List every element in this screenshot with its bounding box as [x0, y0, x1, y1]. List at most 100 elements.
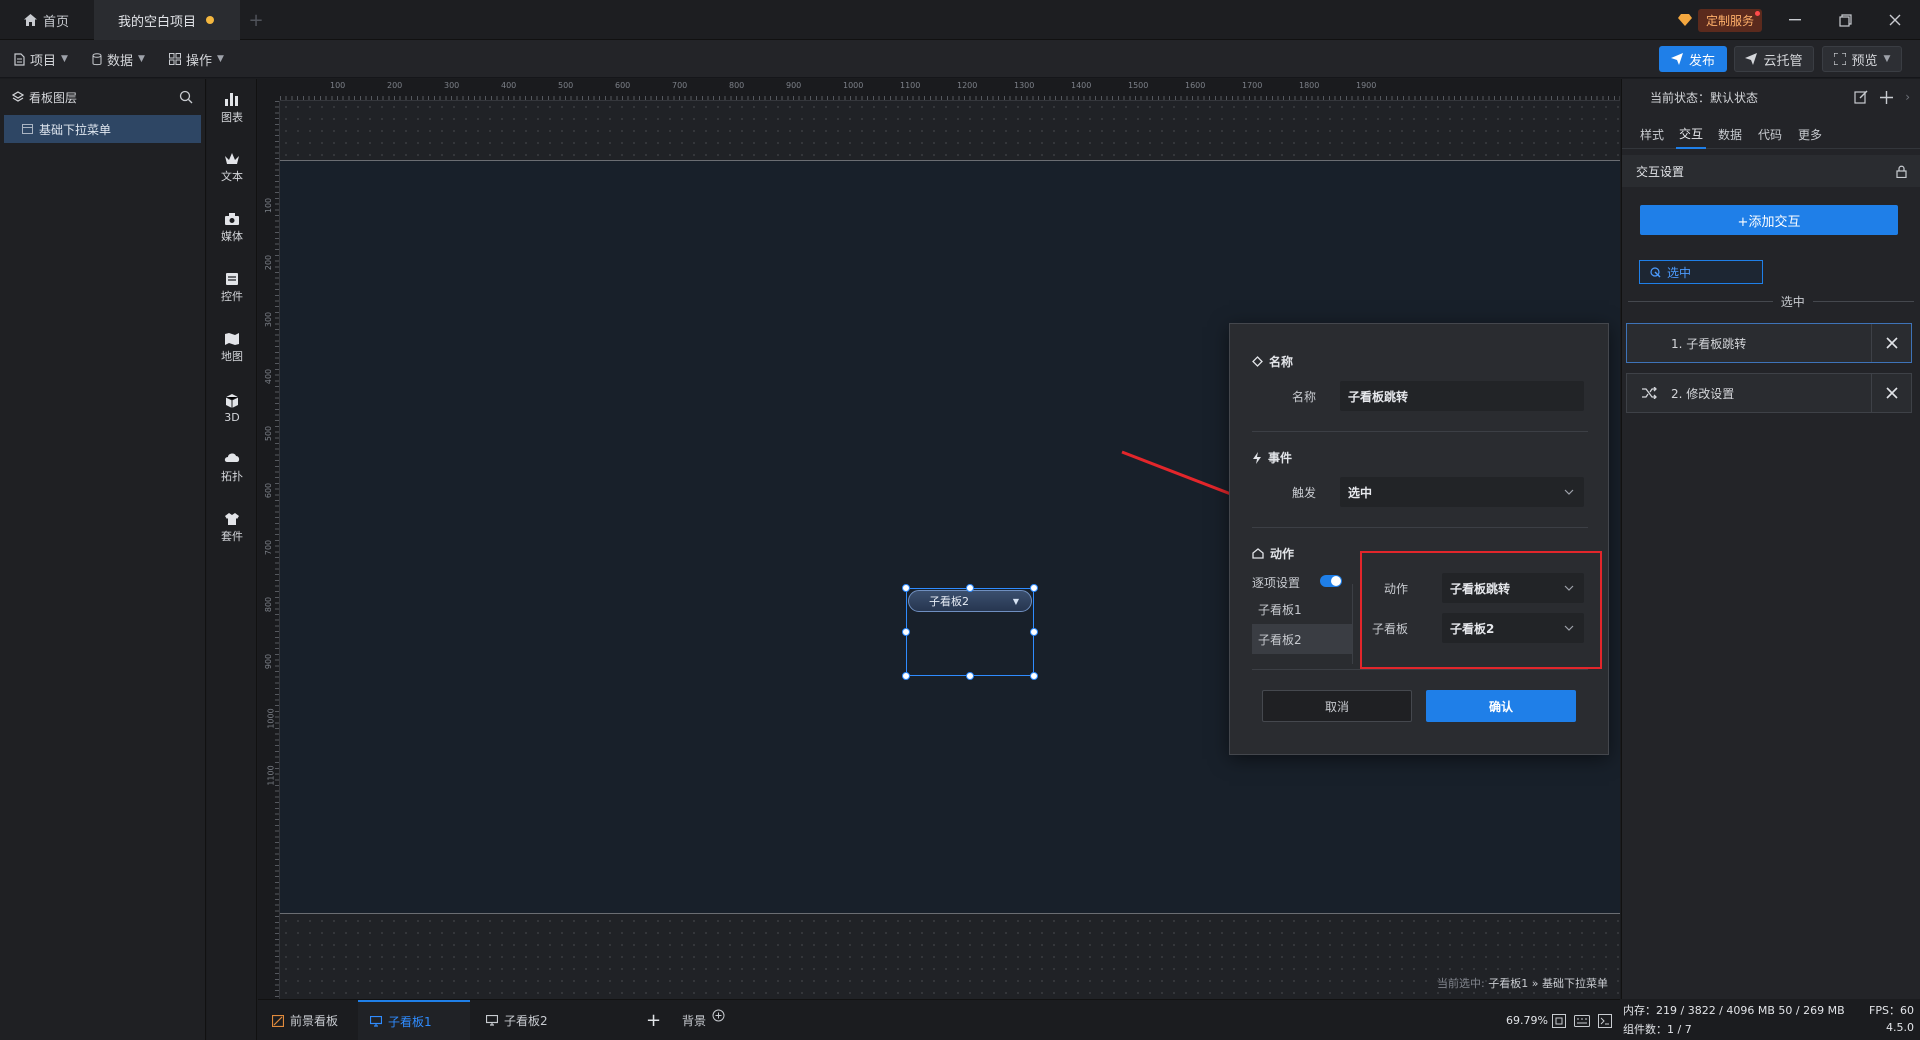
action-icon [1252, 548, 1264, 559]
name-input[interactable]: 子看板跳转 [1340, 381, 1584, 411]
search-icon[interactable] [179, 90, 193, 104]
per-item-toggle[interactable] [1320, 575, 1342, 587]
option-item[interactable]: 子看板1 [1252, 594, 1352, 624]
resize-handle[interactable] [902, 584, 910, 592]
tab-background[interactable]: 背景 [682, 1000, 725, 1040]
minimize-button[interactable] [1770, 0, 1820, 40]
rail-item-map[interactable]: 地图 [207, 323, 257, 373]
plus-icon[interactable] [1880, 90, 1894, 104]
divider-line [1812, 300, 1914, 302]
add-circle-icon[interactable] [712, 1009, 725, 1022]
monitor-icon [486, 1015, 498, 1026]
section-action: 动作 [1252, 545, 1294, 562]
name-input-value: 子看板跳转 [1348, 389, 1409, 404]
add-tab-button[interactable]: + [246, 0, 266, 40]
zoom-level[interactable]: 69.79% [1506, 1000, 1548, 1040]
confirm-button[interactable]: 确认 [1426, 690, 1576, 722]
close-window-button[interactable] [1870, 0, 1920, 40]
edit-icon[interactable] [1854, 90, 1868, 104]
tab-interaction[interactable]: 交互 [1676, 119, 1707, 149]
preview-button[interactable]: 预览 ▼ [1822, 46, 1902, 72]
restore-button[interactable] [1820, 0, 1870, 40]
tab-subboard-1-label: 子看板1 [388, 1015, 432, 1029]
add-interaction-button[interactable]: +添加交互 [1640, 205, 1898, 235]
fullscreen-icon [1833, 53, 1846, 65]
rail-item-chart[interactable]: 图表 [207, 83, 257, 133]
rail-item-3d[interactable]: 3D [207, 383, 257, 433]
cancel-button[interactable]: 取消 [1262, 690, 1412, 722]
tab-subboard-2[interactable]: 子看板2 [480, 1000, 554, 1040]
resize-handle[interactable] [966, 584, 974, 592]
event-tag-selected[interactable]: 选中 [1639, 260, 1763, 284]
tab-foreground-board[interactable]: 前景看板 [266, 1000, 344, 1040]
menu-operate[interactable]: 操作 ▼ [169, 40, 224, 78]
menu-data[interactable]: 数据 ▼ [92, 40, 145, 78]
rail-item-media[interactable]: 媒体 [207, 203, 257, 253]
resize-handle[interactable] [966, 672, 974, 680]
rail-item-kit[interactable]: 套件 [207, 503, 257, 553]
ruler-tick-label: 900 [786, 81, 802, 90]
tab-style[interactable]: 样式 [1640, 119, 1664, 149]
tab-home-label: 首页 [43, 14, 70, 30]
layer-item-dropdown[interactable]: 基础下拉菜单 [4, 115, 201, 143]
rail-item-topology[interactable]: 拓扑 [207, 443, 257, 493]
rail-item-label: 媒体 [221, 230, 243, 243]
action-item[interactable]: 1. 子看板跳转 [1626, 323, 1912, 363]
rail-item-label: 套件 [221, 530, 243, 543]
tab-foreground-board-label: 前景看板 [290, 1014, 339, 1028]
resize-handle[interactable] [1030, 628, 1038, 636]
menu-project[interactable]: 项目 ▼ [14, 40, 68, 78]
title-bar: 首页 我的空白项目 + 定制服务 [0, 0, 1920, 40]
ruler-tick-label: 500 [558, 81, 574, 90]
remove-action-button[interactable] [1871, 324, 1911, 362]
action-item[interactable]: 2. 修改设置 [1626, 373, 1912, 413]
option-item-selected[interactable]: 子看板2 [1252, 624, 1352, 654]
ruler-tick-label: 1000 [843, 81, 864, 90]
resize-handle[interactable] [902, 628, 910, 636]
event-group-label: 选中 [1780, 294, 1805, 309]
caret-down-icon: ▼ [1012, 596, 1019, 606]
terminal-button[interactable] [1598, 1000, 1612, 1040]
tab-home[interactable]: 首页 [0, 0, 92, 40]
map-icon [224, 332, 240, 346]
toggle-knob [1331, 576, 1341, 586]
keyboard-button[interactable] [1574, 1000, 1590, 1040]
chevron-down-icon [1564, 489, 1574, 495]
resize-handle[interactable] [1030, 672, 1038, 680]
cloud-host-button[interactable]: 云托管 [1734, 46, 1814, 72]
trigger-select[interactable]: 选中 [1340, 477, 1584, 507]
tab-data[interactable]: 数据 [1718, 119, 1742, 149]
lock-icon[interactable] [1896, 165, 1907, 178]
rail-item-control[interactable]: 控件 [207, 263, 257, 313]
selection-status-path: 子看板1 » 基础下拉菜单 [1488, 977, 1608, 990]
tab-project[interactable]: 我的空白项目 [94, 0, 240, 40]
ruler-tick-label: 300 [264, 311, 274, 328]
tab-more[interactable]: 更多 [1798, 119, 1822, 149]
ruler-tick-label: 700 [672, 81, 688, 90]
database-icon [92, 52, 102, 66]
ruler-tick-label: 1700 [1242, 81, 1263, 90]
ruler-tick-label: 800 [729, 81, 745, 90]
ruler-tick-label: 100 [264, 197, 274, 214]
resize-handle[interactable] [1030, 584, 1038, 592]
tab-project-label: 我的空白项目 [118, 14, 197, 30]
keyboard-icon [1574, 1014, 1590, 1027]
chevron-right-icon[interactable]: › [1905, 90, 1910, 104]
cube-icon [224, 393, 240, 409]
rail-item-text[interactable]: 文本 [207, 143, 257, 193]
preview-label: 预览 [1851, 53, 1878, 69]
per-item-label: 逐项设置 [1252, 576, 1301, 590]
custom-service-button[interactable]: 定制服务 [1678, 8, 1763, 32]
tab-subboard-1[interactable]: 子看板1 [358, 1000, 470, 1040]
stats-panel: 内存：219 / 3822 / 4096 MB 50 / 269 MB FPS：… [1621, 999, 1920, 1040]
publish-button[interactable]: 发布 [1659, 46, 1727, 72]
fit-screen-button[interactable] [1552, 1000, 1566, 1040]
ruler-tick-label: 900 [264, 653, 274, 670]
resize-handle[interactable] [902, 672, 910, 680]
remove-action-button[interactable] [1871, 374, 1911, 412]
tab-code[interactable]: 代码 [1758, 119, 1782, 149]
dropdown-menu-component[interactable]: 子看板2 ▼ [908, 590, 1032, 612]
add-board-button[interactable]: + [646, 1000, 661, 1040]
lightning-icon [1252, 451, 1262, 464]
trigger-select-value: 选中 [1348, 485, 1373, 500]
